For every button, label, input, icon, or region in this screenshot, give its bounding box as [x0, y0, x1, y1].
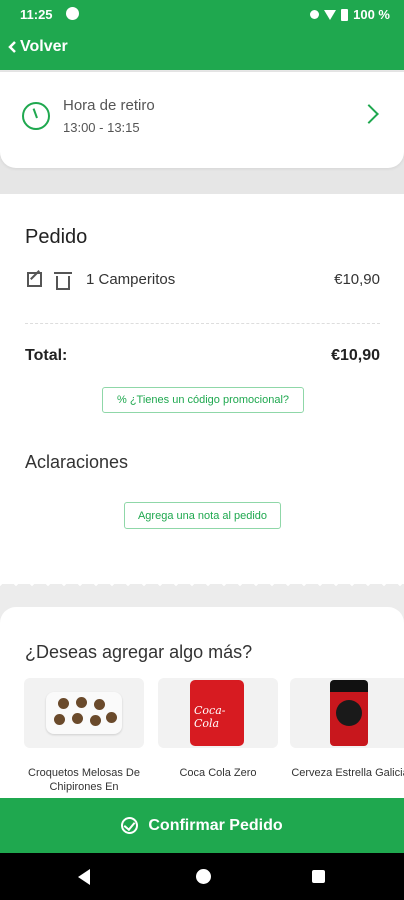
notes-title: Aclaraciones	[25, 452, 129, 472]
nav-recents-icon[interactable]	[312, 870, 325, 883]
confirm-order-button[interactable]: Confirmar Pedido	[0, 798, 404, 853]
order-item-name: 1 Camperitos	[86, 271, 176, 288]
beer-can-image	[290, 678, 404, 748]
product-name: Coca Cola Zero	[179, 767, 257, 779]
battery-level: 100 %	[353, 7, 390, 22]
status-time: 11:25	[20, 7, 53, 22]
total-value: €10,90	[331, 347, 380, 364]
confirm-label: Confirmar Pedido	[148, 816, 283, 834]
wifi-icon	[324, 9, 337, 20]
status-icons: 100 %	[310, 7, 390, 22]
coca-cola-can-image	[158, 678, 278, 748]
product-card-cerveza[interactable]: Cerveza Estrella Galicia	[290, 678, 404, 798]
pickup-title: Hora de retiro	[63, 97, 155, 114]
pickup-time-range: 13:00 - 13:15	[63, 120, 140, 135]
product-name: Cerveza Estrella Galicia	[291, 767, 404, 779]
add-note-button[interactable]: Agrega una nota al pedido	[124, 502, 281, 529]
chevron-left-icon	[8, 41, 16, 53]
upsell-title: ¿Deseas agregar algo más?	[25, 642, 253, 662]
order-title: Pedido	[25, 226, 88, 248]
back-label: Volver	[20, 38, 68, 55]
battery-icon	[341, 8, 349, 21]
back-button[interactable]: Volver	[8, 38, 68, 56]
system-nav-bar	[0, 853, 404, 900]
order-item-price: €10,90	[334, 271, 380, 288]
edit-icon[interactable]	[27, 272, 42, 287]
product-card-coca-cola[interactable]: Coca Cola Zero	[158, 678, 278, 798]
chevron-right-icon	[359, 104, 379, 124]
product-name: Croquetos Melosas De Chipirones En	[28, 767, 140, 793]
product-card-croquetas[interactable]: Croquetos Melosas De Chipirones En	[24, 678, 144, 798]
clock-icon	[22, 102, 50, 130]
app-bar: Volver	[0, 28, 404, 70]
croquettes-image	[24, 678, 144, 748]
divider	[25, 323, 380, 324]
vpn-icon	[310, 10, 320, 19]
pickup-time-card[interactable]: Hora de retiro 13:00 - 13:15	[0, 72, 404, 168]
total-label: Total:	[25, 347, 68, 364]
notification-icon	[66, 7, 79, 20]
status-bar: 11:25 100 %	[0, 0, 404, 28]
check-circle-icon	[121, 817, 139, 834]
nav-back-icon[interactable]	[78, 869, 90, 885]
trash-icon[interactable]	[54, 271, 72, 290]
promo-code-button[interactable]: % ¿Tienes un código promocional?	[102, 387, 304, 413]
nav-home-icon[interactable]	[196, 869, 211, 884]
order-card-zigzag-edge	[0, 578, 404, 590]
